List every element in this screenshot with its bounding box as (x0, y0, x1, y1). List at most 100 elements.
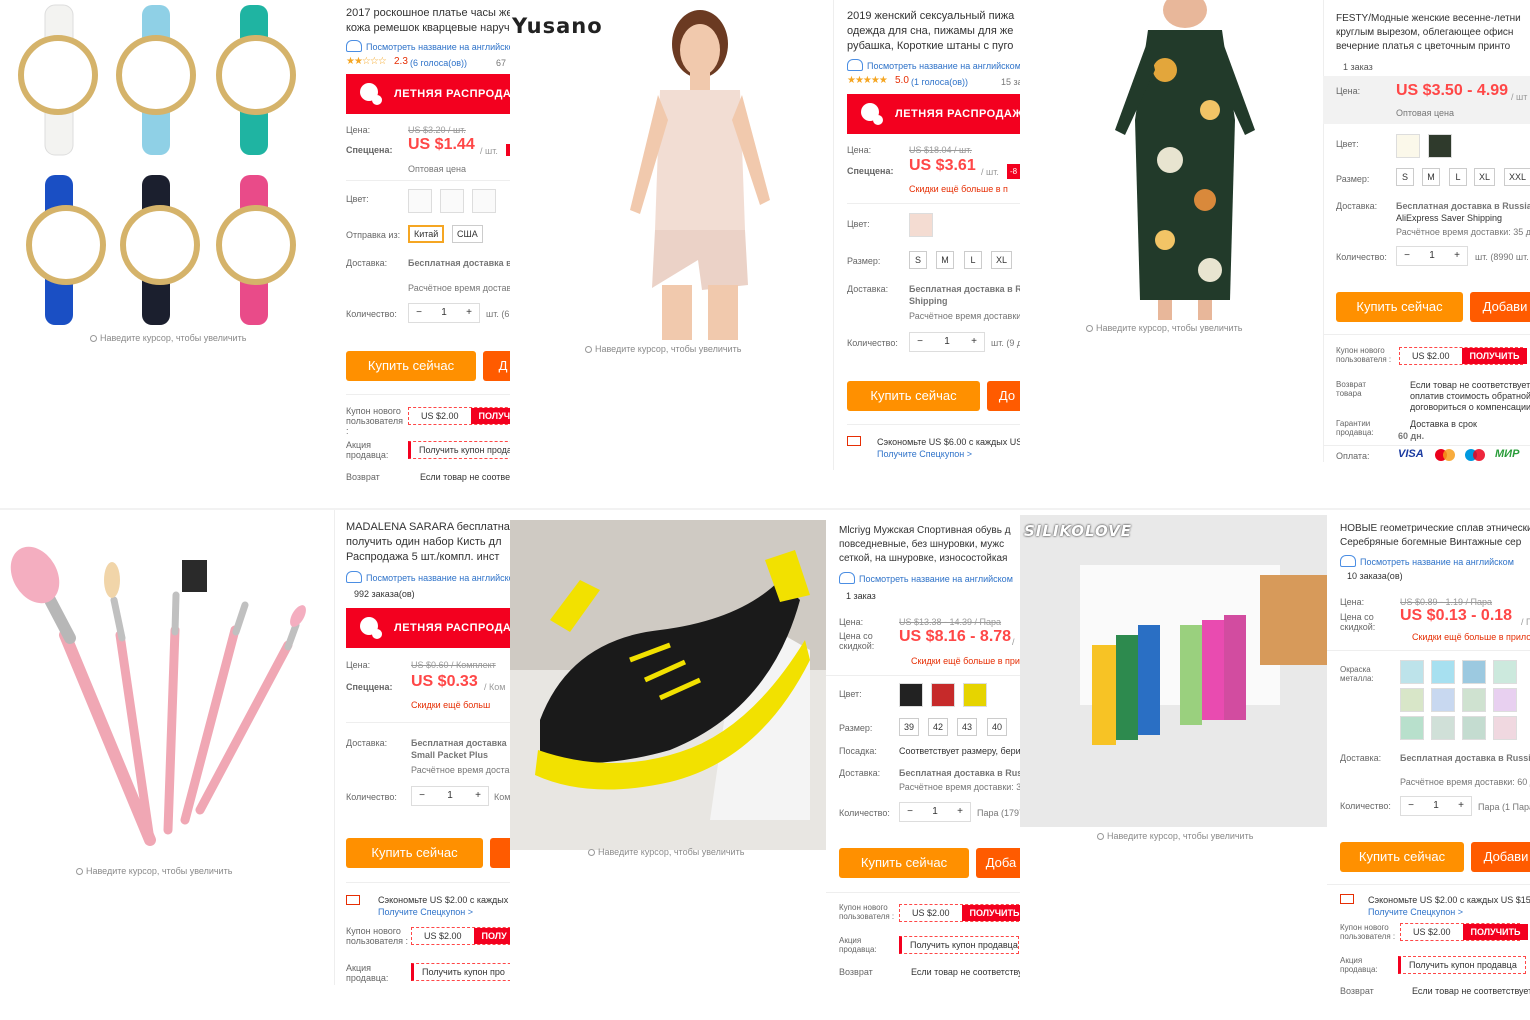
metal-swatch[interactable] (1462, 716, 1486, 740)
product-image[interactable] (0, 520, 330, 860)
qty-plus[interactable]: + (1451, 797, 1471, 815)
product-image[interactable] (1070, 0, 1300, 320)
translate-link[interactable]: Посмотреть название на английском (346, 40, 510, 54)
qty-plus[interactable]: + (950, 803, 970, 821)
metal-swatch-grid[interactable] (1400, 660, 1530, 742)
quantity-stepper[interactable]: −1 + (909, 332, 985, 352)
size-40[interactable]: 40 (987, 718, 1008, 736)
product-title-line-2[interactable]: повседневные, без шнуровки, мужс (839, 538, 1004, 552)
buy-now-button[interactable]: Купить сейчас (1340, 842, 1464, 872)
add-to-cart-button[interactable]: Добави (1470, 292, 1530, 322)
buy-now-button[interactable]: Купить сейчас (346, 351, 476, 381)
qty-value[interactable]: 1 (920, 803, 950, 821)
color-swatch-pink[interactable] (909, 213, 933, 237)
qty-minus[interactable]: − (1397, 247, 1417, 265)
product-title-line-1[interactable]: MADALENA SARARA бесплатная (346, 520, 510, 535)
seller-coupon[interactable]: Получить купон про (411, 963, 510, 981)
app-discount[interactable]: Скидки ещё больше в при (899, 655, 1020, 668)
app-discount[interactable]: Скидки ещё больше в п (909, 183, 1008, 196)
qty-minus[interactable]: − (1401, 797, 1421, 815)
color-swatch-black-yellow[interactable] (963, 683, 987, 707)
product-title-line-2[interactable]: круглым вырезом, облегающее офисн (1336, 26, 1513, 40)
size-l[interactable]: L (964, 251, 982, 269)
qty-value[interactable]: 1 (429, 304, 459, 322)
color-swatch-blue[interactable] (472, 189, 496, 213)
delivery-method[interactable]: Бесплатная доставка в Russian (1400, 752, 1530, 765)
qty-value[interactable]: 1 (1417, 247, 1447, 265)
qty-plus[interactable]: + (964, 333, 984, 351)
quantity-stepper[interactable]: −1 + (1396, 246, 1468, 266)
metal-swatch[interactable] (1400, 688, 1424, 712)
color-swatch-black-white[interactable] (899, 683, 923, 707)
product-title-line-2[interactable]: Серебряные богемные Винтажные сер (1340, 536, 1521, 550)
color-swatch-silver[interactable] (440, 189, 464, 213)
size-42[interactable]: 42 (928, 718, 949, 736)
qty-value[interactable]: 1 (1421, 797, 1451, 815)
coupon-get-button[interactable]: ПОЛУЧИТЬ (1461, 348, 1528, 364)
color-swatch-beige[interactable] (1396, 134, 1420, 158)
add-to-cart-button[interactable] (490, 838, 510, 868)
metal-swatch[interactable] (1493, 660, 1517, 684)
color-swatch-floral[interactable] (1428, 134, 1452, 158)
qty-minus[interactable]: − (412, 787, 432, 805)
coupon-get-button[interactable]: ПОЛУЧИТЬ (470, 408, 510, 424)
add-to-cart-button[interactable]: До (987, 381, 1020, 411)
metal-swatch[interactable] (1431, 660, 1455, 684)
product-title-line-2[interactable]: кожа ремешок кварцевые наруч (346, 21, 510, 36)
buy-now-button[interactable]: Купить сейчас (1336, 292, 1463, 322)
metal-swatch[interactable] (1431, 716, 1455, 740)
metal-swatch[interactable] (1462, 660, 1486, 684)
summer-sale-banner[interactable]: ЛЕТНЯЯ РАСПРОДАЖА (847, 94, 1020, 134)
app-discount[interactable]: Скидки ещё больше в прилож (1400, 631, 1530, 644)
qty-plus[interactable]: + (1447, 247, 1467, 265)
coupon[interactable]: US $2.00 ПОЛУ (411, 927, 510, 945)
color-swatch-white[interactable] (408, 189, 432, 213)
product-title-line-3[interactable]: Распродажа 5 шт./компл. инст (346, 550, 499, 565)
product-title-line-1[interactable]: НОВЫЕ геометрические сплав этнически (1340, 522, 1530, 536)
return-policy[interactable]: Если товар не соответству (899, 966, 1020, 979)
qty-value[interactable]: 1 (930, 333, 964, 351)
product-title-line-1[interactable]: 2017 роскошное платье часы же (346, 6, 510, 21)
wholesale-link[interactable]: Оптовая цена (408, 163, 466, 176)
quantity-stepper[interactable]: −1 + (899, 802, 971, 822)
product-image[interactable] (0, 0, 330, 335)
product-title-line-3[interactable]: рубашка, Короткие штаны с пуго (847, 39, 1013, 54)
qty-plus[interactable]: + (459, 304, 479, 322)
quantity-stepper[interactable]: −1 + (411, 786, 489, 806)
delivery-method[interactable]: Бесплатная доставка в Russ (899, 767, 1020, 780)
qty-minus[interactable]: − (900, 803, 920, 821)
coupon[interactable]: US $2.00 ПОЛУЧИТЬ (1399, 347, 1528, 365)
return-policy[interactable]: Если товар не соотве (408, 471, 510, 484)
add-to-cart-button[interactable]: Д (483, 351, 510, 381)
ship-from-usa[interactable]: США (452, 225, 483, 243)
seller-coupon[interactable]: Получить купон продавца (1398, 956, 1526, 974)
special-coupon-link[interactable]: Получите Спецкупон > (1368, 906, 1463, 919)
coupon[interactable]: US $2.00 ПОЛУЧИТЬ (408, 407, 510, 425)
size-39[interactable]: 39 (899, 718, 920, 736)
metal-swatch[interactable] (1400, 716, 1424, 740)
seller-coupon[interactable]: Получить купон продавца (408, 441, 510, 459)
metal-swatch[interactable] (1462, 688, 1486, 712)
add-to-cart-button[interactable]: Доба (976, 848, 1020, 878)
delivery-service[interactable]: Small Packet Plus (411, 749, 488, 762)
wholesale-link[interactable]: Оптовая цена (1396, 107, 1454, 120)
special-coupon-link[interactable]: Получите Спецкупон > (378, 906, 473, 919)
product-title-line-2[interactable]: получить один набор Кисть дл (346, 535, 502, 550)
qty-value[interactable]: 1 (432, 787, 468, 805)
coupon[interactable]: US $2.00 ПОЛУЧИТЬ (1400, 923, 1529, 941)
translate-link[interactable]: Посмотреть название на английском (847, 59, 1020, 73)
delivery-method[interactable]: Бесплатная доставка в (408, 257, 510, 270)
coupon-get-button[interactable]: ПОЛУЧИТЬ (1462, 924, 1529, 940)
delivery-service[interactable]: Shipping (909, 295, 948, 308)
size-m[interactable]: M (1422, 168, 1440, 186)
product-title-line-1[interactable]: 2019 женский сексуальный пижа (847, 9, 1014, 24)
votes-link[interactable]: (1 голоса(ов)) (911, 76, 968, 89)
summer-sale-banner[interactable]: ЛЕТНЯЯ РАСПРОДАЖА (346, 608, 510, 648)
product-title-line-3[interactable]: сеткой, на шнуровке, износостойкая (839, 552, 1007, 566)
ship-from-china[interactable]: Китай (408, 225, 445, 243)
app-discount[interactable]: Скидки ещё больш (411, 699, 490, 712)
product-image[interactable] (1020, 515, 1327, 827)
summer-sale-banner[interactable]: ЛЕТНЯЯ РАСПРОДАЖА (346, 74, 510, 114)
size-xxl[interactable]: XXL (1504, 168, 1530, 186)
qty-plus[interactable]: + (468, 787, 488, 805)
